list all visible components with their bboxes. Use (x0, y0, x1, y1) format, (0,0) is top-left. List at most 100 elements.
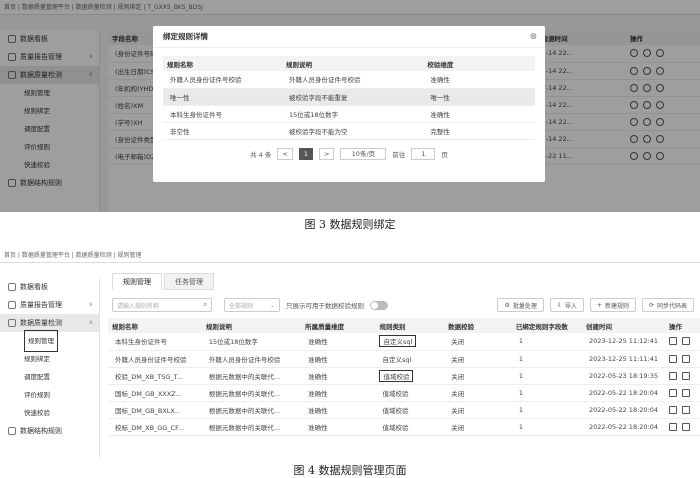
tab-rule-management[interactable]: 规则管理 (112, 273, 162, 290)
table-cell: 关闭 (444, 367, 512, 385)
table-row: 本科生身份证件号 15位或18位数字 准确性 (163, 105, 535, 123)
menu-icon (8, 301, 16, 309)
table-cell: 15位或18位数字 (201, 333, 302, 351)
batch-process-button[interactable]: ⚙ 批量处理 (497, 298, 544, 312)
pager-goto-input[interactable]: 1 (411, 147, 436, 160)
sidebar-item[interactable]: 数据看板 (0, 278, 99, 296)
delete-icon[interactable] (682, 371, 691, 380)
rule-table-panel: 规则名称 规则说明 所属质量维度 规则类别 数据校验 已绑定规则字段数 创建时间 操作 本科生身… (108, 318, 700, 458)
sidebar-item[interactable]: 规则绑定 (0, 350, 99, 368)
import-label: 导入 (564, 302, 577, 310)
cell-text: 本科生身份证件号 (170, 110, 222, 119)
sidebar-item[interactable]: 调度配置 (0, 368, 99, 386)
sidebar-item[interactable]: 数据结构规则 (0, 422, 99, 440)
sidebar-item-label: 评价规则 (24, 391, 50, 399)
table-cell: 2022-05-23 18:19:35 (581, 367, 666, 385)
sidebar-item-label: 快速校验 (24, 409, 50, 417)
delete-icon[interactable] (682, 337, 691, 346)
actions-cell (665, 384, 700, 402)
search-placeholder: 请输入规则名称 (117, 302, 160, 310)
table-cell: 外籍人员身份证件号校验 (282, 71, 424, 89)
close-icon[interactable]: ⊗ (529, 26, 537, 48)
table-cell: 关闭 (444, 401, 512, 419)
pager-prev-button[interactable]: < (277, 147, 293, 160)
table-cell: 关闭 (444, 350, 512, 368)
actions-cell (665, 350, 700, 368)
cell-text: 2022-05-22 18:20:04 (588, 405, 659, 414)
modal-title: 绑定规则详情 ⊗ (153, 26, 545, 48)
table-cell: 根据元数据中的关联代... (201, 384, 302, 402)
cell-text: 1 (518, 337, 524, 346)
row-actions (669, 354, 696, 363)
delete-icon[interactable] (682, 354, 691, 363)
cell-text: 准确性 (430, 110, 450, 119)
pager-next-button[interactable]: > (318, 147, 335, 160)
cell-text: 完整性 (430, 127, 450, 136)
rule-type-select[interactable]: 全部规则 ⌄ (224, 298, 280, 312)
cell-text: 准确性 (308, 355, 328, 364)
select-placeholder: 全部规则 (229, 302, 254, 310)
toggle-label: 只展示可用于数据校验规则 (286, 302, 364, 310)
sidebar-item-label: 数据结构规则 (20, 427, 62, 435)
sidebar-item[interactable]: 质量报告管理 ∨ (0, 296, 99, 314)
column-header: 数据校验 (444, 318, 512, 333)
figure-3-screenshot: 首页 | 数据质量管理平台 | 数据质量检测 | 规则绑定 | T_GXXS_B… (0, 0, 700, 212)
delete-icon[interactable] (682, 422, 691, 431)
pager-current-page[interactable]: 1 (298, 147, 313, 160)
cell-text: 唯一性 (170, 93, 190, 102)
cell-text: 校标_DM_XB_GG_CF... (115, 423, 185, 432)
edit-icon[interactable] (669, 354, 678, 363)
cell-text: 2022-05-22 18:20:04 (588, 422, 659, 431)
table-cell: 1 (511, 350, 582, 368)
delete-icon[interactable] (682, 405, 691, 414)
cell-text: 准确性 (430, 76, 450, 85)
cell-text: 1 (518, 405, 524, 414)
table-cell: 准确性 (301, 333, 376, 351)
cell-text: 关闭 (451, 406, 465, 415)
column-header: 校验维度 (423, 56, 535, 71)
sidebar-item-label: 规则管理 (24, 330, 58, 352)
table-cell: 2023-12-25 11:11:41 (581, 350, 666, 368)
search-input[interactable]: 请输入规则名称 ⌕ (112, 298, 212, 312)
edit-icon[interactable] (669, 422, 678, 431)
edit-icon[interactable] (669, 405, 678, 414)
edit-icon[interactable] (669, 388, 678, 397)
sidebar-item[interactable]: 评价规则 (0, 386, 99, 404)
figure-4-screenshot: 首页 | 数据质量管理平台 | 数据质量检测 | 规则管理 数据看板 质量报告管理… (0, 248, 700, 458)
delete-icon[interactable] (682, 388, 691, 397)
column-header: 规则说明 (201, 318, 302, 333)
usable-rules-toggle[interactable] (370, 300, 388, 310)
cell-text: 1 (518, 388, 524, 397)
cell-text: 值域校验 (382, 423, 409, 432)
edit-icon[interactable] (669, 337, 678, 346)
table-cell: 准确性 (301, 350, 376, 368)
edit-icon[interactable] (669, 371, 678, 380)
sidebar-item[interactable]: 规则管理 (0, 330, 99, 352)
sync-code-table-button[interactable]: ⟳ 同步代码表 (641, 298, 694, 312)
table-cell: 非空性 (163, 122, 283, 140)
pager-size-select[interactable]: 10条/页 (340, 147, 387, 160)
cell-text: 准确性 (308, 423, 328, 432)
actions-cell (665, 333, 700, 351)
column-header: 已绑定规则字段数 (511, 318, 582, 333)
column-header: 规则名称 (163, 56, 283, 71)
sync-label: 同步代码表 (656, 302, 687, 310)
table-cell: 本科生身份证件号 (163, 105, 283, 123)
search-icon[interactable]: ⌕ (204, 301, 207, 309)
menu-icon (8, 319, 16, 327)
table-cell: 外籍人员身份证件号校验 (201, 350, 302, 368)
table-row: 非空性 被校验字段不能为空 完整性 (163, 122, 535, 140)
table-cell: 完整性 (423, 122, 535, 140)
cell-text: 国标_DM_GB_BXLX... (115, 406, 182, 415)
table-cell: 2022-05-22 18:20:04 (581, 418, 666, 436)
new-rule-button[interactable]: + 新建规则 (589, 298, 636, 312)
table-cell: 准确性 (301, 384, 376, 402)
sidebar-item[interactable]: 快速校验 (0, 404, 99, 422)
table-cell: 被校验字段不能为空 (282, 122, 424, 140)
row-actions (669, 405, 696, 414)
import-button[interactable]: ⇩ 导入 (549, 298, 584, 312)
tab-task-management[interactable]: 任务管理 (164, 273, 214, 290)
table-cell: 国标_DM_GB_BXLX... (108, 401, 202, 419)
batch-label: 批量处理 (512, 302, 537, 310)
cell-text: 值域校验 (382, 406, 409, 415)
